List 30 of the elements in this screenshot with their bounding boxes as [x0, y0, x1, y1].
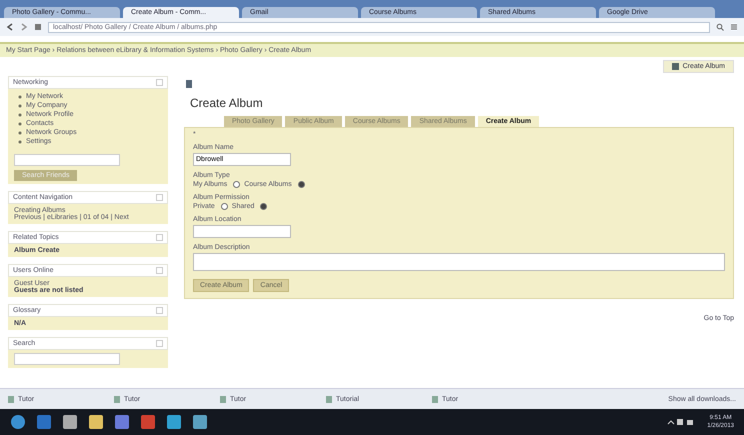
bullet-icon: [18, 104, 22, 108]
app-icon[interactable]: [62, 414, 78, 430]
bullet-icon: [18, 94, 22, 98]
file-icon: [220, 396, 226, 402]
app-icon[interactable]: [10, 414, 26, 430]
app-icon[interactable]: [88, 414, 104, 430]
bullet-icon: [18, 130, 22, 134]
radio-button[interactable]: [298, 181, 305, 188]
app-icon[interactable]: [166, 414, 182, 430]
app-icon[interactable]: [114, 414, 130, 430]
file-icon: [8, 396, 14, 402]
search-input[interactable]: [14, 353, 120, 365]
menu-icon[interactable]: [730, 23, 738, 31]
page-title: Create Album: [190, 96, 264, 110]
forward-icon[interactable]: [20, 23, 28, 31]
file-icon: [432, 396, 438, 402]
radio-button[interactable]: [260, 203, 268, 210]
file-icon: [114, 396, 120, 402]
search-input[interactable]: [14, 154, 120, 166]
search-icon[interactable]: [716, 23, 724, 31]
radio-button[interactable]: [233, 181, 240, 188]
bullet-icon: [18, 112, 22, 116]
radio-button[interactable]: [220, 203, 228, 210]
bullet-icon: [18, 122, 22, 126]
file-icon: [326, 396, 332, 402]
bullet-icon: [18, 140, 22, 144]
back-icon[interactable]: [6, 23, 14, 31]
input-field[interactable]: [193, 225, 291, 238]
description-field[interactable]: [193, 253, 725, 271]
app-icon[interactable]: [192, 414, 208, 430]
